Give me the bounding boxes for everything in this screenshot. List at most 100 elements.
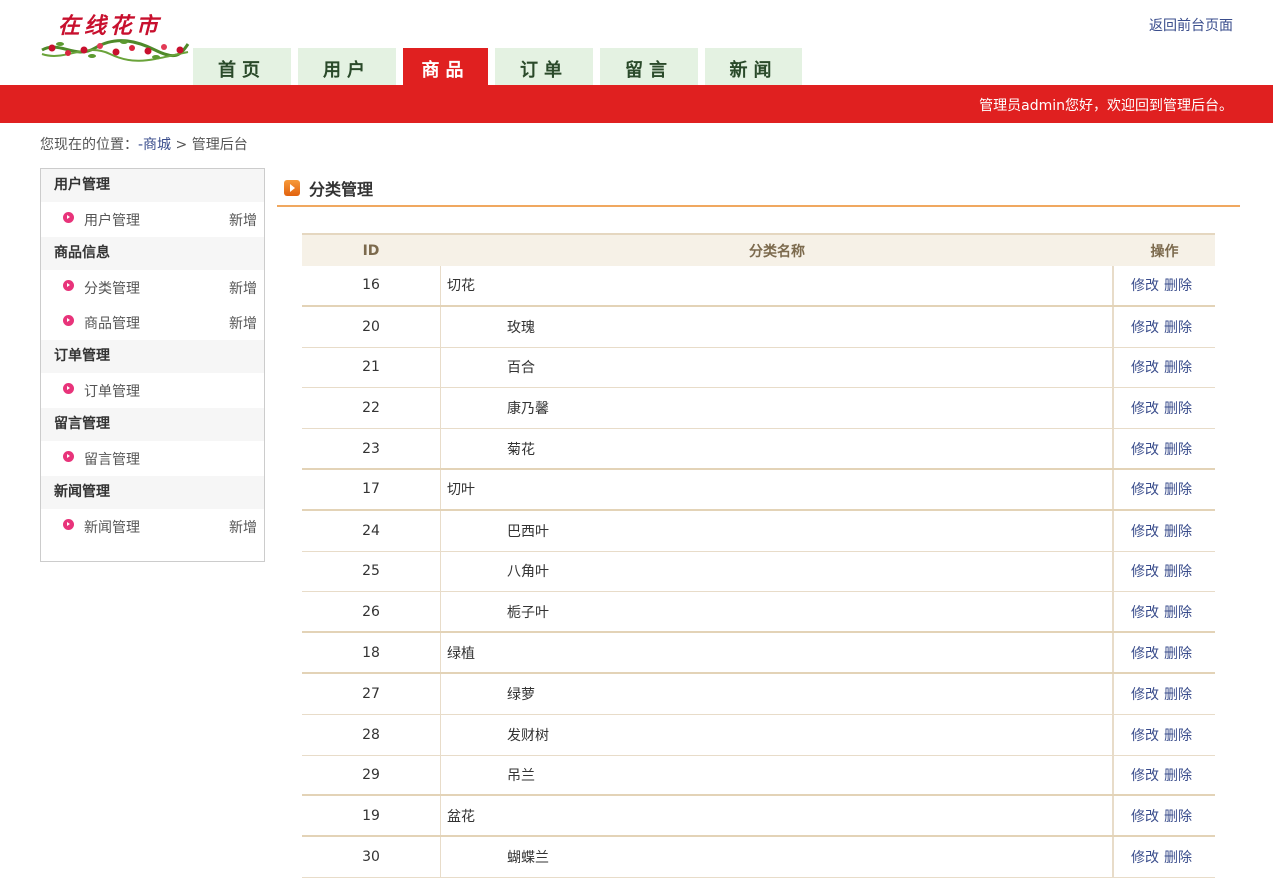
edit-link[interactable]: 修改 [1131, 725, 1159, 745]
sidebar-item-user-manage: 用户管理 新增 [41, 202, 264, 237]
cell-id: 19 [362, 807, 380, 824]
sidebar-item-category-manage: 分类管理 新增 [41, 270, 264, 305]
cell-name: 菊花 [440, 429, 1114, 468]
table-row: 18 绿植 修改 删除 [302, 633, 1215, 674]
cell-name: 八角叶 [440, 551, 1114, 592]
delete-link[interactable]: 删除 [1164, 357, 1192, 377]
cell-ops: 修改 删除 [1114, 266, 1215, 305]
edit-link[interactable]: 修改 [1131, 602, 1159, 622]
cell-name: 巴西叶 [440, 510, 1114, 551]
delete-link[interactable]: 删除 [1164, 439, 1192, 459]
table-row: 27 绿萝 修改 删除 [302, 673, 1215, 715]
cell-name: 绿萝 [440, 673, 1114, 714]
cell-id: 21 [362, 359, 380, 376]
cell-ops: 修改 删除 [1114, 429, 1215, 468]
cell-id: 27 [362, 685, 380, 702]
delete-link[interactable]: 删除 [1164, 275, 1192, 295]
table-header: ID 分类名称 操作 [302, 233, 1215, 266]
sidebar-item-message-manage: 留言管理 [41, 441, 264, 476]
delete-link[interactable]: 删除 [1164, 765, 1192, 785]
edit-link[interactable]: 修改 [1131, 643, 1159, 663]
tab-home[interactable]: 首页 [193, 48, 291, 85]
title-divider [277, 205, 1240, 207]
delete-link[interactable]: 删除 [1164, 521, 1192, 541]
table-row: 16 切花 修改 删除 [302, 266, 1215, 307]
edit-link[interactable]: 修改 [1131, 806, 1159, 826]
cell-id: 23 [362, 440, 380, 457]
delete-link[interactable]: 删除 [1164, 806, 1192, 826]
delete-link[interactable]: 删除 [1164, 725, 1192, 745]
sidebar-item-label[interactable]: 新闻管理 [84, 517, 140, 537]
edit-link[interactable]: 修改 [1131, 439, 1159, 459]
sidebar-item-label[interactable]: 商品管理 [84, 313, 140, 333]
edit-link[interactable]: 修改 [1131, 561, 1159, 581]
edit-link[interactable]: 修改 [1131, 357, 1159, 377]
cell-id: 16 [362, 277, 380, 294]
delete-link[interactable]: 删除 [1164, 561, 1192, 581]
sidebar-add-link[interactable]: 新增 [229, 278, 257, 298]
tab-users[interactable]: 用户 [298, 48, 396, 85]
sidebar-group-users: 用户管理 [41, 169, 264, 202]
table-row: 22 康乃馨 修改 删除 [302, 388, 1215, 430]
cell-name: 栀子叶 [440, 592, 1114, 632]
bullet-arrow-icon [63, 383, 74, 394]
edit-link[interactable]: 修改 [1131, 317, 1159, 337]
breadcrumb-prefix: 您现在的位置： [40, 137, 138, 153]
sidebar-item-order-manage: 订单管理 [41, 373, 264, 408]
table-row: 17 切叶 修改 删除 [302, 469, 1215, 511]
delete-link[interactable]: 删除 [1164, 684, 1192, 704]
edit-link[interactable]: 修改 [1131, 398, 1159, 418]
sidebar-add-link[interactable]: 新增 [229, 210, 257, 230]
table-row: 30 蝴蝶兰 修改 删除 [302, 837, 1215, 878]
edit-link[interactable]: 修改 [1131, 479, 1159, 499]
header-ops: 操作 [1150, 243, 1179, 260]
table-row: 25 八角叶 修改 删除 [302, 551, 1215, 593]
cell-id: 18 [362, 644, 380, 661]
edit-link[interactable]: 修改 [1131, 765, 1159, 785]
sidebar-add-link[interactable]: 新增 [229, 313, 257, 333]
delete-link[interactable]: 删除 [1164, 643, 1192, 663]
cell-name: 切花 [440, 266, 1114, 305]
sidebar-item-label[interactable]: 订单管理 [84, 381, 140, 401]
edit-link[interactable]: 修改 [1131, 847, 1159, 867]
cell-name: 发财树 [440, 714, 1114, 755]
cell-ops: 修改 删除 [1114, 592, 1215, 631]
table-row: 29 吊兰 修改 删除 [302, 755, 1215, 797]
sidebar-item-label[interactable]: 用户管理 [84, 210, 140, 230]
table-row: 19 盆花 修改 删除 [302, 796, 1215, 838]
cell-ops: 修改 删除 [1114, 348, 1215, 388]
delete-link[interactable]: 删除 [1164, 847, 1192, 867]
sidebar-item-news-manage: 新闻管理 新增 [41, 509, 264, 544]
sidebar-item-label[interactable]: 分类管理 [84, 278, 140, 298]
table-row: 21 百合 修改 删除 [302, 347, 1215, 389]
header-id: ID [362, 242, 380, 259]
cell-id: 30 [362, 849, 380, 866]
header: 在线花市 返回前台页面 首页 用户 商品 订单 留言 新闻 [0, 0, 1273, 85]
site-logo[interactable]: 在线花市 [40, 8, 190, 64]
tab-orders[interactable]: 订单 [495, 48, 593, 85]
edit-link[interactable]: 修改 [1131, 275, 1159, 295]
delete-link[interactable]: 删除 [1164, 602, 1192, 622]
edit-link[interactable]: 修改 [1131, 521, 1159, 541]
table-row: 20 玫瑰 修改 删除 [302, 306, 1215, 348]
tab-messages[interactable]: 留言 [600, 48, 698, 85]
edit-link[interactable]: 修改 [1131, 684, 1159, 704]
sidebar-add-link[interactable]: 新增 [229, 517, 257, 537]
cell-id: 20 [362, 318, 380, 335]
cell-name: 切叶 [440, 469, 1114, 509]
cell-name: 绿植 [440, 633, 1114, 672]
delete-link[interactable]: 删除 [1164, 479, 1192, 499]
delete-link[interactable]: 删除 [1164, 398, 1192, 418]
bullet-arrow-icon [63, 315, 74, 326]
bullet-arrow-icon [63, 519, 74, 530]
back-to-frontend-link[interactable]: 返回前台页面 [1149, 15, 1233, 35]
sidebar-item-label[interactable]: 留言管理 [84, 449, 140, 469]
tab-products[interactable]: 商品 [403, 48, 488, 85]
cell-ops: 修改 删除 [1114, 470, 1215, 509]
breadcrumb-link-mall[interactable]: -商城 [138, 137, 171, 153]
tab-news[interactable]: 新闻 [705, 48, 802, 85]
delete-link[interactable]: 删除 [1164, 317, 1192, 337]
cell-id: 17 [362, 481, 380, 498]
bullet-arrow-icon [63, 280, 74, 291]
cell-id: 29 [362, 766, 380, 783]
